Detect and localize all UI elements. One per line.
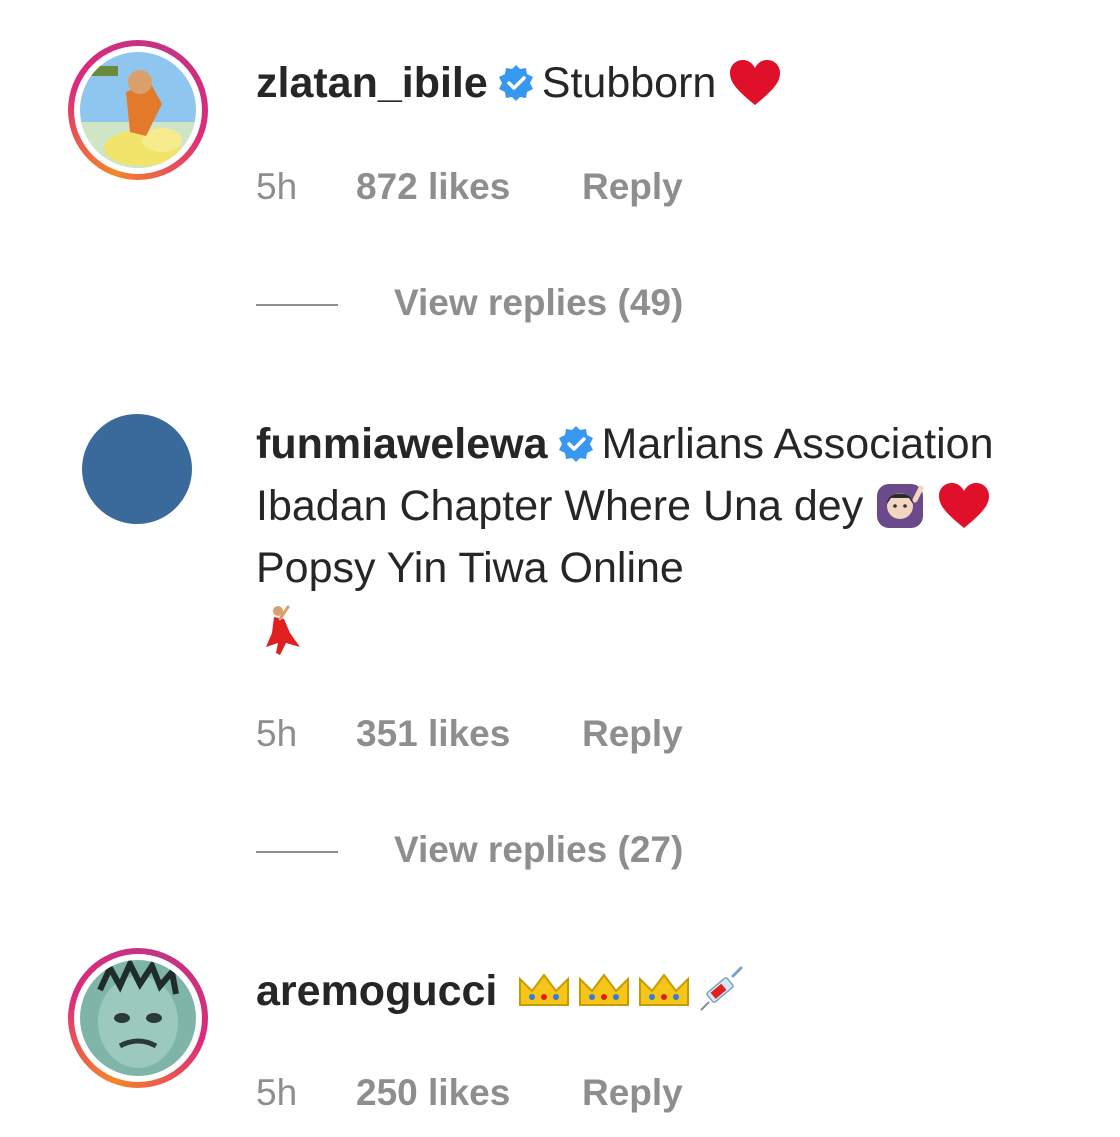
- divider: [256, 304, 338, 307]
- avatar[interactable]: [82, 414, 192, 524]
- comment-text-continued: Popsy Yin Tiwa Online: [256, 544, 684, 592]
- reply-button[interactable]: Reply: [582, 162, 683, 212]
- likes-count[interactable]: 351 likes: [356, 709, 582, 759]
- woman-dancing-icon: [266, 605, 300, 655]
- avatar-image: [80, 960, 196, 1076]
- username[interactable]: zlatan_ibile: [256, 59, 488, 107]
- avatar[interactable]: [68, 948, 208, 1088]
- username[interactable]: aremogucci: [256, 967, 497, 1015]
- avatar[interactable]: [68, 40, 208, 180]
- comment-body: zlatan_ibile Stubborn: [256, 52, 1060, 114]
- likes-count[interactable]: 250 likes: [356, 1068, 582, 1118]
- comment-item: funmiawelewa Marlians Association Ibadan…: [0, 390, 1120, 890]
- avatar-image: [80, 52, 196, 168]
- comment-body: aremogucci: [256, 960, 1060, 1022]
- comment-body: funmiawelewa Marlians Association Ibadan…: [256, 413, 1060, 663]
- comment-time: 5h: [256, 166, 298, 207]
- comment-time: 5h: [256, 713, 298, 754]
- comment-meta: 5h 250 likes Reply: [256, 1068, 683, 1118]
- comment-item: zlatan_ibile Stubborn 5h 872 likes Reply V…: [0, 0, 1120, 340]
- red-heart-icon: [730, 59, 781, 105]
- comment-time: 5h: [256, 1072, 298, 1113]
- comment-meta: 5h 872 likes Reply: [256, 162, 683, 212]
- username[interactable]: funmiawelewa: [256, 420, 548, 468]
- likes-count[interactable]: 872 likes: [356, 162, 582, 212]
- crown-icon: [519, 972, 570, 1006]
- view-replies-button[interactable]: View replies (49): [256, 278, 683, 328]
- view-replies-label: View replies (27): [394, 829, 684, 870]
- comment-meta: 5h 351 likes Reply: [256, 709, 683, 759]
- view-replies-label: View replies (49): [394, 282, 684, 323]
- view-replies-button[interactable]: View replies (27): [256, 825, 683, 875]
- syringe-icon: [700, 966, 743, 1011]
- reply-button[interactable]: Reply: [582, 1068, 683, 1118]
- divider: [256, 851, 338, 854]
- crown-icon: [639, 972, 690, 1006]
- reply-button[interactable]: Reply: [582, 709, 683, 759]
- comment-item: aremogucci 5h 250 likes Reply: [0, 940, 1120, 1137]
- verified-badge-icon: [498, 64, 533, 101]
- woman-raising-hand-icon: [877, 483, 924, 528]
- red-heart-icon: [939, 482, 990, 528]
- verified-badge-icon: [558, 425, 593, 462]
- comment-text: Stubborn: [541, 59, 717, 107]
- crown-icon: [579, 972, 630, 1006]
